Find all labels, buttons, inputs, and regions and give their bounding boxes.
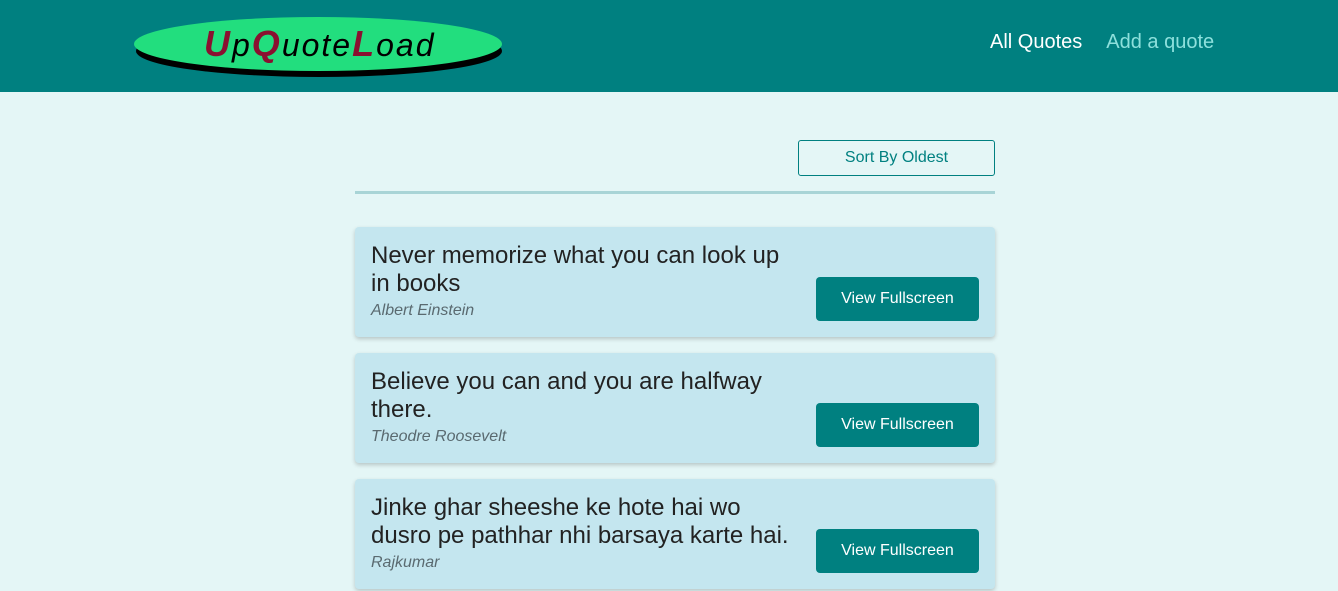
divider [355, 191, 995, 194]
logo-text: UpQuoteLoad [204, 23, 435, 65]
view-fullscreen-button[interactable]: View Fullscreen [816, 403, 979, 447]
quote-author: Albert Einstein [371, 302, 475, 319]
quote-card: Believe you can and you are halfway ther… [355, 353, 995, 463]
quote-author: Rajkumar [371, 554, 440, 571]
logo-letters: oad [376, 27, 436, 63]
logo-letters: uote [281, 27, 353, 63]
quote-text: Jinke ghar sheeshe ke hote hai wo dusro … [371, 494, 789, 549]
view-fullscreen-button[interactable]: View Fullscreen [816, 277, 979, 321]
quote-card: Jinke ghar sheeshe ke hote hai wo dusro … [355, 479, 995, 589]
logo-letter: U [204, 23, 232, 64]
sort-button[interactable]: Sort By Oldest [798, 140, 995, 176]
view-fullscreen-button[interactable]: View Fullscreen [816, 529, 979, 573]
main-nav: All Quotes Add a quote [990, 31, 1214, 54]
top-navbar: UpQuoteLoad All Quotes Add a quote [0, 0, 1338, 92]
nav-link-add-quote[interactable]: Add a quote [1106, 31, 1214, 54]
logo-letter: Q [251, 23, 282, 64]
logo-letters: p [232, 27, 252, 63]
logo-letter: L [352, 23, 377, 64]
nav-link-all-quotes[interactable]: All Quotes [990, 31, 1082, 54]
logo[interactable]: UpQuoteLoad [134, 17, 504, 81]
quote-author: Theodre Roosevelt [371, 428, 507, 445]
quote-card: Never memorize what you can look up in b… [355, 227, 995, 337]
quote-text: Believe you can and you are halfway ther… [371, 368, 762, 423]
quote-text: Never memorize what you can look up in b… [371, 242, 780, 297]
